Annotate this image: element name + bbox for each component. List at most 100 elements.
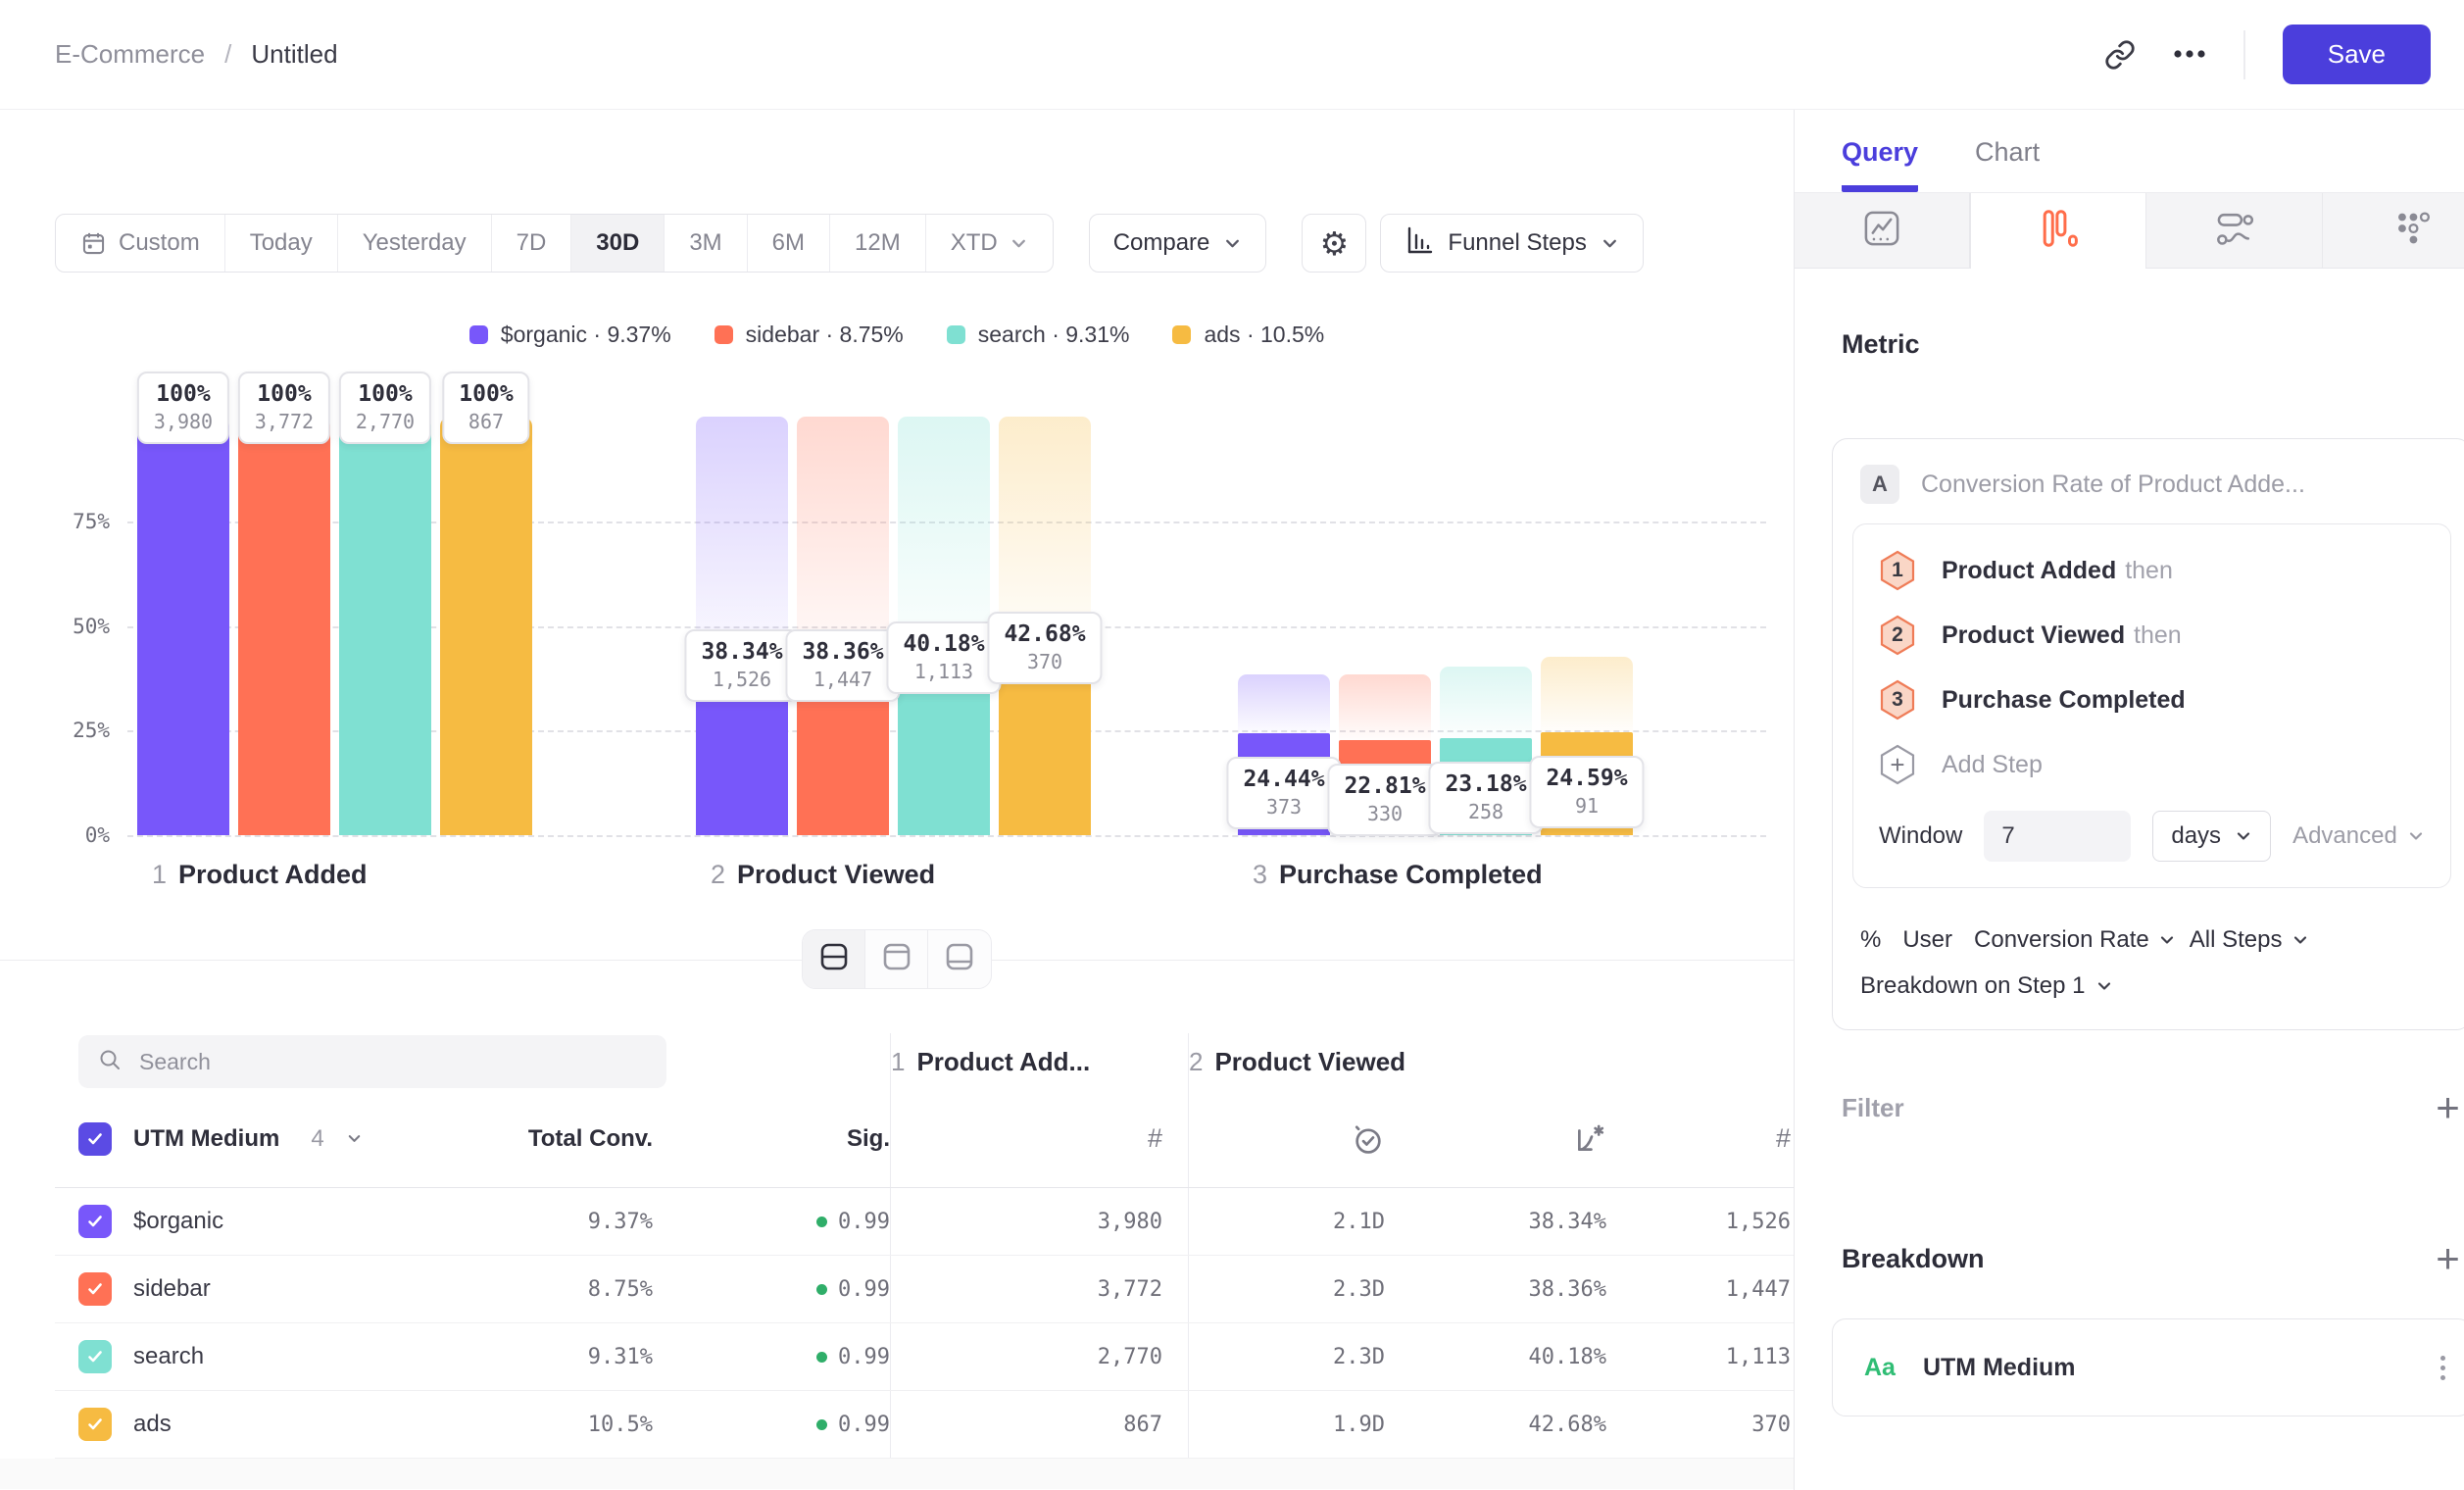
metric-card: A Conversion Rate of Product Adde... 1Pr… <box>1832 438 2464 1030</box>
legend-item-ads[interactable]: ads · 10.5% <box>1172 322 1324 348</box>
row-step1-count: 3,772 <box>890 1256 1188 1322</box>
gridline <box>127 835 1766 837</box>
layout-split-button[interactable] <box>803 930 865 988</box>
funnel-bar-sidebar[interactable]: 38.36%1,447 <box>797 417 889 835</box>
date-range-yesterday[interactable]: Yesterday <box>338 215 492 272</box>
conv-rate-column-icon[interactable] <box>1385 1122 1606 1156</box>
date-range-12m[interactable]: 12M <box>830 215 926 272</box>
report-title[interactable]: Untitled <box>251 39 337 70</box>
row-conv-rate: 38.34% <box>1385 1210 1606 1234</box>
layout-chart-only-button[interactable] <box>865 930 928 988</box>
breakdown-column-header[interactable]: UTM Medium <box>133 1125 279 1153</box>
funnel-bar-ads[interactable]: 42.68%370 <box>999 417 1091 835</box>
legend-item-sidebar[interactable]: sidebar · 8.75% <box>715 322 904 348</box>
steps-scope-dropdown[interactable]: All Steps <box>2190 926 2309 954</box>
entity-selector[interactable]: User <box>1902 926 1952 954</box>
table-search[interactable] <box>78 1035 666 1088</box>
add-filter-button[interactable]: + <box>2436 1087 2460 1128</box>
date-range-custom[interactable]: Custom <box>56 215 225 272</box>
layout-table-only-button[interactable] <box>928 930 991 988</box>
window-unit-dropdown[interactable]: days <box>2152 811 2271 862</box>
copy-link-button[interactable] <box>2104 39 2136 71</box>
report-type-funnels[interactable] <box>1970 193 2146 269</box>
window-value-input[interactable] <box>1984 811 2131 862</box>
kebab-menu-icon[interactable] <box>2440 1356 2445 1380</box>
advanced-toggle[interactable]: Advanced <box>2292 822 2425 850</box>
total-conv-column-header[interactable]: Total Conv. <box>378 1125 653 1153</box>
metric-row[interactable]: A Conversion Rate of Product Adde... <box>1833 439 2464 518</box>
funnel-bar-search[interactable]: 23.18%258 <box>1440 417 1532 835</box>
filter-section-header: Filter + <box>1832 1087 2464 1128</box>
more-menu-button[interactable] <box>2173 46 2206 64</box>
breakdown-on-step-dropdown[interactable]: Breakdown on Step 1 <box>1833 963 2464 1029</box>
chart-settings-button[interactable]: ⚙ <box>1302 214 1366 273</box>
step-number-hexagon: 3 <box>1879 679 1916 720</box>
query-step-1[interactable]: 1Product Added then <box>1879 538 2425 603</box>
funnel-bar-organic[interactable]: 100%3,980 <box>137 417 229 835</box>
date-range-30d[interactable]: 30D <box>571 215 665 272</box>
step-then-label: then <box>2118 557 2173 584</box>
bar-count-label: 867 <box>459 410 513 433</box>
chevron-down-icon <box>1223 234 1242 253</box>
legend-swatch <box>947 325 965 344</box>
app-window: E-Commerce / Untitled Save CustomTodayYe… <box>0 0 2464 1490</box>
avg-time-column-icon[interactable] <box>1189 1122 1385 1156</box>
metric-type-dropdown[interactable]: Conversion Rate <box>1974 926 2176 954</box>
report-type-flows[interactable] <box>2146 193 2322 269</box>
bar-percent-label: 24.44% <box>1243 767 1324 792</box>
table-row-ads[interactable]: ads10.5%0.998671.9D42.68%370 <box>55 1391 1794 1459</box>
bar-count-label: 258 <box>1445 800 1526 823</box>
step1-column-group[interactable]: 1Product Add... <box>891 1047 1090 1077</box>
tab-chart[interactable]: Chart <box>1975 137 2040 192</box>
funnel-bar-ads[interactable]: 24.59%91 <box>1541 417 1633 835</box>
date-range-7d[interactable]: 7D <box>492 215 572 272</box>
table-row-organic[interactable]: $organic9.37%0.993,9802.1D38.34%1,526 <box>55 1188 1794 1256</box>
chart-view-icon <box>880 940 913 978</box>
query-step-2[interactable]: 2Product Viewed then <box>1879 603 2425 668</box>
breakdown-count: 4 <box>311 1125 323 1153</box>
funnel-bar-sidebar[interactable]: 22.81%330 <box>1339 417 1431 835</box>
legend-item-organic[interactable]: $organic · 9.37% <box>469 322 671 348</box>
breadcrumb-board[interactable]: E-Commerce <box>55 39 205 70</box>
date-range-3m[interactable]: 3M <box>665 215 747 272</box>
table-row-search[interactable]: search9.31%0.992,7702.3D40.18%1,113 <box>55 1323 1794 1391</box>
breakdown-item[interactable]: Aa UTM Medium <box>1832 1318 2464 1416</box>
funnel-bar-sidebar[interactable]: 100%3,772 <box>238 417 330 835</box>
count-column-icon[interactable]: # <box>1776 1123 1791 1154</box>
add-step-button[interactable]: + Add Step <box>1879 732 2425 797</box>
percent-prefix[interactable]: % <box>1860 926 1881 954</box>
save-button[interactable]: Save <box>2283 25 2431 84</box>
funnel-bar-ads[interactable]: 100%867 <box>440 417 532 835</box>
search-input[interactable] <box>137 1048 647 1076</box>
count-column-icon[interactable]: # <box>1148 1123 1162 1154</box>
funnel-bar-organic[interactable]: 24.44%373 <box>1238 417 1330 835</box>
bar-percent-label: 100% <box>459 381 513 407</box>
row-checkbox[interactable] <box>78 1340 112 1373</box>
add-breakdown-button[interactable]: + <box>2436 1238 2460 1279</box>
query-step-3[interactable]: 3Purchase Completed <box>1879 668 2425 732</box>
select-all-checkbox[interactable] <box>78 1122 112 1156</box>
compare-button[interactable]: Compare <box>1089 214 1267 273</box>
chart-type-dropdown[interactable]: Funnel Steps <box>1380 214 1643 273</box>
table-row-sidebar[interactable]: sidebar8.75%0.993,7722.3D38.36%1,447 <box>55 1256 1794 1323</box>
legend-item-search[interactable]: search · 9.31% <box>947 322 1130 348</box>
tab-query[interactable]: Query <box>1842 137 1918 192</box>
date-range-xtd[interactable]: XTD <box>926 215 1053 272</box>
funnel-bar-organic[interactable]: 38.34%1,526 <box>696 417 788 835</box>
row-checkbox[interactable] <box>78 1272 112 1306</box>
row-checkbox[interactable] <box>78 1408 112 1441</box>
search-icon <box>98 1048 122 1076</box>
bar-percent-label: 38.34% <box>701 639 782 665</box>
bar-count-label: 1,447 <box>802 668 883 691</box>
date-range-today[interactable]: Today <box>225 215 338 272</box>
funnel-bar-search[interactable]: 100%2,770 <box>339 417 431 835</box>
report-type-insights[interactable] <box>1795 193 1970 269</box>
row-checkbox[interactable] <box>78 1205 112 1238</box>
sig-column-header[interactable]: Sig. <box>653 1125 890 1153</box>
chevron-down-icon <box>2158 931 2176 949</box>
date-range-6m[interactable]: 6M <box>748 215 830 272</box>
funnel-bar-search[interactable]: 40.18%1,113 <box>898 417 990 835</box>
step2-column-group[interactable]: 2Product Viewed <box>1189 1047 1405 1077</box>
chevron-down-icon[interactable] <box>346 1130 363 1147</box>
report-type-retention[interactable] <box>2323 193 2464 269</box>
